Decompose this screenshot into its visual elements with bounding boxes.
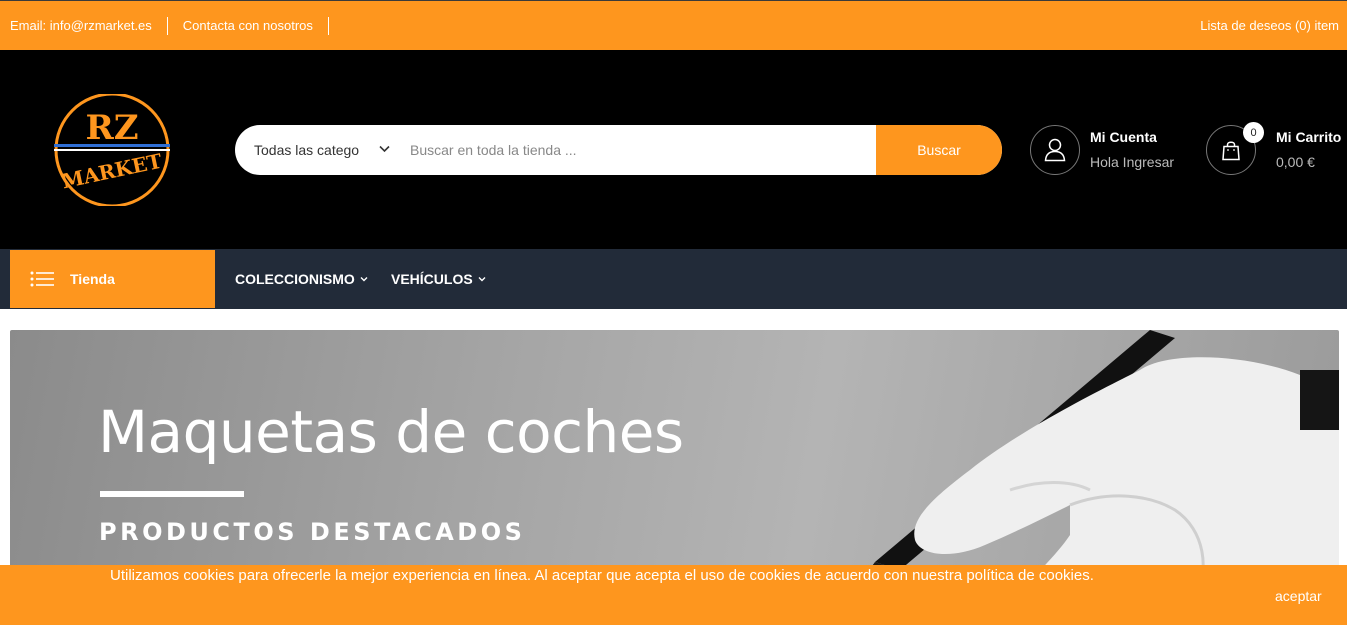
account-login-link[interactable]: Hola Ingresar	[1090, 154, 1174, 170]
email-link[interactable]: Email: info@rzmarket.es	[10, 16, 168, 35]
chevron-down-icon	[478, 277, 486, 282]
search-button[interactable]: Buscar	[876, 125, 1002, 175]
cart-total: 0,00 €	[1276, 154, 1315, 170]
nav-item-coleccionismo[interactable]: COLECCIONISMO	[235, 249, 368, 309]
hero-subtitle: PRODUCTOS DESTACADOS	[99, 518, 526, 546]
chevron-down-icon	[379, 145, 390, 153]
shop-menu-label: Tienda	[70, 271, 115, 287]
hero-title: Maquetas de coches	[98, 398, 684, 466]
user-icon	[1044, 138, 1066, 162]
nav-item-label: COLECCIONISMO	[235, 271, 355, 287]
top-bar-left: Email: info@rzmarket.es Contacta con nos…	[10, 1, 329, 50]
cookie-message: Utilizamos cookies para ofrecerle la mej…	[110, 567, 1094, 584]
chevron-down-icon	[360, 277, 368, 282]
cookie-banner: Utilizamos cookies para ofrecerle la mej…	[0, 565, 1347, 625]
nav-item-label: VEHÍCULOS	[391, 271, 473, 287]
contact-link[interactable]: Contacta con nosotros	[168, 16, 329, 35]
shop-menu-button[interactable]: Tienda	[10, 250, 215, 308]
site-logo[interactable]: RZ MARKET	[52, 94, 172, 206]
cart-icon	[1222, 141, 1240, 161]
search-input[interactable]: Buscar en toda la tienda ...	[395, 125, 876, 175]
top-bar: Email: info@rzmarket.es Contacta con nos…	[0, 0, 1347, 50]
search-bar: Todas las catego Buscar en toda la tiend…	[235, 125, 1002, 175]
cart-title[interactable]: Mi Carrito	[1276, 129, 1341, 145]
main-nav: Tienda COLECCIONISMO VEHÍCULOS	[0, 249, 1347, 309]
nav-item-vehiculos[interactable]: VEHÍCULOS	[391, 249, 486, 309]
account-title[interactable]: Mi Cuenta	[1090, 129, 1157, 145]
account-button[interactable]	[1030, 125, 1080, 175]
category-select-value: Todas las catego	[254, 142, 360, 158]
header: RZ MARKET Todas las catego Buscar en tod…	[0, 50, 1347, 249]
category-select[interactable]: Todas las catego	[235, 125, 395, 175]
cart-count-badge: 0	[1243, 122, 1264, 143]
logo-text-rz: RZ	[85, 108, 138, 148]
wishlist-link[interactable]: Lista de deseos (0) item	[1200, 18, 1339, 33]
cookie-accept-button[interactable]: aceptar	[1275, 588, 1322, 604]
hero-divider	[100, 491, 244, 497]
menu-list-icon	[30, 271, 54, 287]
